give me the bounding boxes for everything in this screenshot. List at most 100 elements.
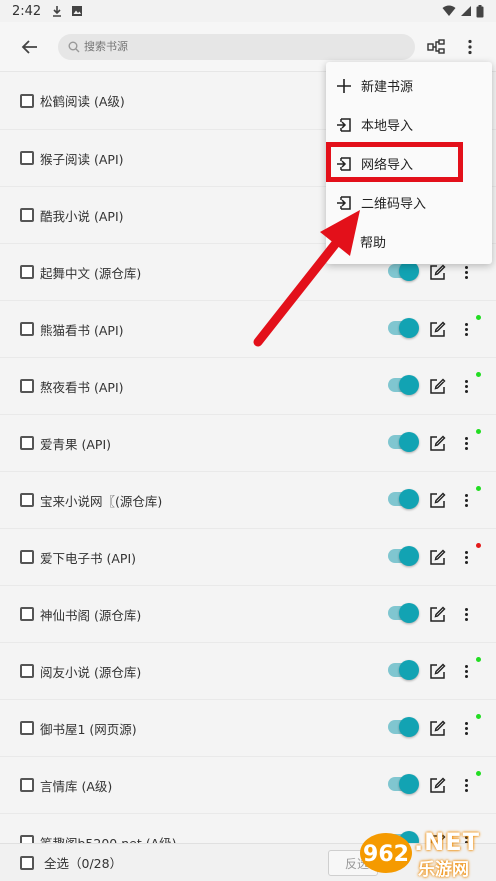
highlight-box [326, 142, 463, 182]
source-row[interactable]: 言情库 (A级) [0, 756, 496, 813]
source-name: 阅友小说 (源仓库) [40, 664, 142, 680]
watermark-logo-text: 962 [363, 842, 409, 867]
source-name: 宝来小说网〖(源仓库) [40, 493, 163, 509]
source-row[interactable]: 神仙书阁 (源仓库) [0, 585, 496, 642]
search-box[interactable] [58, 33, 415, 60]
status-dot [476, 543, 481, 548]
status-dot [476, 486, 481, 491]
search-input[interactable] [84, 40, 384, 53]
menu-item-label: 帮助 [360, 236, 387, 251]
group-button[interactable] [421, 32, 451, 62]
edit-icon[interactable] [429, 435, 446, 452]
more-vertical-icon[interactable] [458, 718, 474, 738]
edit-icon[interactable] [429, 663, 446, 680]
select-all-checkbox[interactable] [20, 855, 34, 870]
source-name: 御书屋1 (网页源) [40, 721, 137, 737]
menu-item-local-import[interactable]: 本地导入 [326, 105, 492, 144]
back-button[interactable] [8, 25, 52, 69]
source-checkbox[interactable] [20, 151, 34, 165]
edit-icon[interactable] [429, 378, 446, 395]
status-time: 2:42 [12, 3, 42, 19]
status-dot [476, 429, 481, 434]
plus-icon [335, 77, 353, 95]
source-enable-toggle[interactable] [388, 375, 419, 395]
watermark-domain: .NET [414, 828, 480, 856]
source-enable-toggle[interactable] [388, 432, 419, 452]
import-icon [335, 194, 353, 212]
more-vertical-icon[interactable] [458, 604, 474, 624]
source-checkbox[interactable] [20, 607, 34, 621]
source-enable-toggle[interactable] [388, 603, 419, 623]
source-checkbox[interactable] [20, 664, 34, 678]
source-enable-toggle[interactable] [388, 489, 419, 509]
signal-icon [461, 6, 471, 16]
more-vertical-icon[interactable] [458, 376, 474, 396]
status-dot [476, 657, 481, 662]
source-enable-toggle[interactable] [388, 660, 419, 680]
group-icon [427, 38, 445, 54]
wifi-icon [442, 5, 456, 16]
menu-item-help[interactable]: 帮助 [326, 222, 492, 261]
source-checkbox[interactable] [20, 379, 34, 393]
source-row[interactable]: 熊猫看书 (API) [0, 300, 496, 357]
source-enable-toggle[interactable] [388, 717, 419, 737]
source-checkbox[interactable] [20, 778, 34, 792]
source-enable-toggle[interactable] [388, 774, 419, 794]
source-checkbox[interactable] [20, 493, 34, 507]
download-icon [53, 6, 62, 17]
status-dot [476, 372, 481, 377]
source-row[interactable]: 爱下电子书 (API) [0, 528, 496, 585]
watermark-logo: 962 [360, 833, 412, 873]
more-vertical-icon[interactable] [458, 775, 474, 795]
source-checkbox[interactable] [20, 93, 34, 108]
more-vertical-icon[interactable] [458, 490, 474, 510]
search-icon [68, 41, 80, 52]
edit-icon[interactable] [429, 264, 446, 281]
menu-item-label: 新建书源 [361, 80, 414, 95]
overflow-menu-button[interactable] [455, 32, 485, 62]
source-checkbox[interactable] [20, 721, 34, 735]
edit-icon[interactable] [429, 492, 446, 509]
more-vertical-icon[interactable] [458, 661, 474, 681]
source-name: 言情库 (A级) [40, 778, 113, 794]
source-checkbox[interactable] [20, 436, 34, 450]
edit-icon[interactable] [429, 549, 446, 566]
source-name: 酷我小说 (API) [40, 208, 124, 224]
menu-item-new-source[interactable]: 新建书源 [326, 66, 492, 105]
source-enable-toggle[interactable] [388, 546, 419, 566]
back-arrow-icon [21, 39, 37, 54]
source-name: 熊猫看书 (API) [40, 322, 124, 338]
more-vertical-icon[interactable] [458, 319, 474, 339]
more-vertical-icon [468, 39, 472, 54]
source-name: 爱青果 (API) [40, 436, 112, 452]
source-row[interactable]: 阅友小说 (源仓库) [0, 642, 496, 699]
import-icon [335, 116, 353, 134]
source-name: 松鹤阅读 (A级) [40, 94, 125, 109]
source-row[interactable]: 宝来小说网〖(源仓库) [0, 471, 496, 528]
edit-icon[interactable] [429, 720, 446, 737]
source-checkbox[interactable] [20, 265, 34, 279]
menu-item-label: 二维码导入 [361, 197, 427, 212]
source-row[interactable]: 熬夜看书 (API) [0, 357, 496, 414]
more-vertical-icon[interactable] [458, 547, 474, 567]
menu-item-qrcode-import[interactable]: 二维码导入 [326, 183, 492, 222]
source-row[interactable]: 御书屋1 (网页源) [0, 699, 496, 756]
more-vertical-icon[interactable] [458, 433, 474, 453]
edit-icon[interactable] [429, 321, 446, 338]
edit-icon[interactable] [429, 606, 446, 623]
source-enable-toggle[interactable] [388, 261, 419, 281]
status-dot [476, 771, 481, 776]
source-row[interactable]: 爱青果 (API) [0, 414, 496, 471]
source-checkbox[interactable] [20, 322, 34, 336]
watermark: 962 .NET 乐游网 [358, 828, 492, 880]
more-vertical-icon[interactable] [458, 262, 474, 282]
source-enable-toggle[interactable] [388, 318, 419, 338]
source-name: 熬夜看书 (API) [40, 379, 124, 395]
edit-icon[interactable] [429, 777, 446, 794]
source-checkbox[interactable] [20, 208, 34, 222]
source-name: 猴子阅读 (API) [40, 151, 124, 167]
status-dot [476, 315, 481, 320]
source-checkbox[interactable] [20, 550, 34, 564]
watermark-site: 乐游网 [418, 860, 469, 880]
source-name: 起舞中文 (源仓库) [40, 265, 142, 281]
